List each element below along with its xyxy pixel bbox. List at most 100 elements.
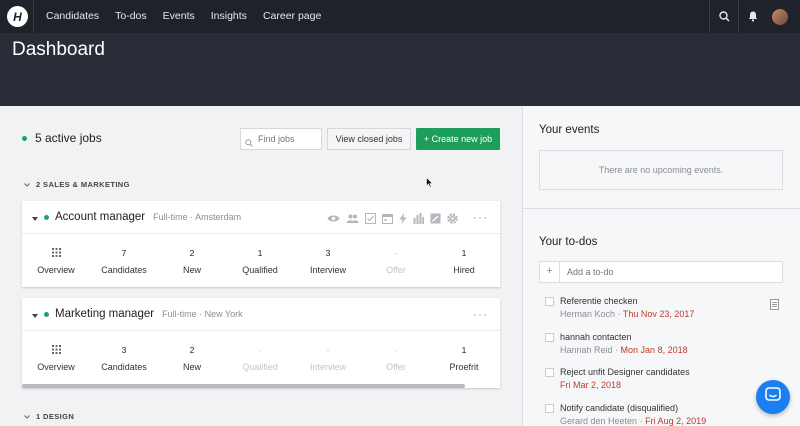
stat-interview[interactable]: - Interview xyxy=(294,331,362,383)
chevron-down-icon xyxy=(24,412,30,421)
job-meta: Full-time · Amsterdam xyxy=(153,212,242,222)
todo-meta: Hannah Reid · Mon Jan 8, 2018 xyxy=(560,345,688,355)
checklist-icon[interactable] xyxy=(365,211,376,229)
create-new-job-button[interactable]: + Create new job xyxy=(416,128,500,150)
page-header xyxy=(0,33,800,106)
stat-label: New xyxy=(182,265,201,275)
nav-item-events[interactable]: Events xyxy=(155,0,203,33)
horizontal-scrollbar[interactable] xyxy=(22,384,465,388)
todo-checkbox[interactable] xyxy=(545,297,554,306)
todo-item: Reject unfit Designer candidates Fri Mar… xyxy=(545,367,785,390)
stat-candidates[interactable]: 7 Candidates xyxy=(90,234,158,286)
eye-icon[interactable] xyxy=(327,211,340,229)
stat-new[interactable]: 2 New xyxy=(158,234,226,286)
stat-hired[interactable]: 1 Hired xyxy=(430,234,498,286)
stat-label: Offer xyxy=(386,362,406,372)
job-card: Marketing manager Full-time · New York ·… xyxy=(22,298,500,388)
job-card-header: Account manager Full-time · Amsterdam ··… xyxy=(22,201,500,234)
todo-title[interactable]: Notify candidate (disqualified) xyxy=(560,403,785,413)
stat-overview[interactable]: Overview xyxy=(22,331,90,383)
app-logo[interactable]: H xyxy=(7,6,28,27)
job-status-dot xyxy=(44,214,49,220)
todo-item: hannah contacten Hannah Reid · Mon Jan 8… xyxy=(545,332,785,355)
nav-item-candidates[interactable]: Candidates xyxy=(34,0,107,33)
grid-icon xyxy=(22,345,90,357)
stat-label: Overview xyxy=(37,265,75,275)
stat-qualified[interactable]: - Qualified xyxy=(226,331,294,383)
stat-new[interactable]: 2 New xyxy=(158,331,226,383)
stat-label: Interview xyxy=(309,362,346,372)
chevron-down-icon xyxy=(24,180,30,189)
stat-label: Qualified xyxy=(242,362,278,372)
stat-interview[interactable]: 3 Interview xyxy=(294,234,362,286)
job-title[interactable]: Marketing manager xyxy=(55,308,154,320)
todo-assignee: Hannah Reid xyxy=(560,345,613,355)
stat-qualified[interactable]: 1 Qualified xyxy=(226,234,294,286)
section-sales-marketing[interactable]: 2 SALES & MARKETING xyxy=(24,180,130,189)
plus-icon[interactable]: + xyxy=(540,261,560,283)
stat-count: 7 xyxy=(121,248,127,258)
job-meta: Full-time · New York xyxy=(162,309,243,319)
stat-overview[interactable]: Overview xyxy=(22,234,90,286)
stat-label: Candidates xyxy=(101,362,147,372)
stat-label: Proefrit xyxy=(449,362,479,372)
chevron-down-icon[interactable] xyxy=(32,305,38,323)
view-closed-jobs-button[interactable]: View closed jobs xyxy=(327,128,411,150)
stat-count: 2 xyxy=(189,345,195,355)
active-status-dot xyxy=(22,135,27,141)
chevron-down-icon[interactable] xyxy=(32,208,38,226)
people-icon[interactable] xyxy=(346,211,359,229)
todo-due-date: Thu Nov 23, 2017 xyxy=(622,309,695,319)
stat-offer[interactable]: - Offer xyxy=(362,234,430,286)
stat-label: Candidates xyxy=(101,265,147,275)
search-icon[interactable] xyxy=(710,0,738,33)
gear-icon[interactable] xyxy=(447,211,458,229)
more-options-icon[interactable]: ··· xyxy=(473,307,488,321)
note-icon[interactable] xyxy=(770,297,779,315)
todo-checkbox[interactable] xyxy=(545,333,554,342)
todo-checkbox[interactable] xyxy=(545,404,554,413)
stat-candidates[interactable]: 3 Candidates xyxy=(90,331,158,383)
stat-label: Overview xyxy=(37,362,75,372)
more-options-icon[interactable]: ··· xyxy=(473,210,488,224)
todo-checkbox[interactable] xyxy=(545,368,554,377)
todo-due-date: Fri Aug 2, 2019 xyxy=(645,416,707,426)
stat-count: 2 xyxy=(189,248,195,258)
stat-count: - xyxy=(326,345,330,355)
nav-item-career-page[interactable]: Career page xyxy=(255,0,329,33)
user-avatar[interactable] xyxy=(772,8,788,25)
todo-meta: Gerard den Heeten · Fri Aug 2, 2019 xyxy=(560,416,707,426)
page-title: Dashboard xyxy=(12,39,105,60)
todo-title[interactable]: Referentie checken xyxy=(560,296,785,306)
stat-offer[interactable]: - Offer xyxy=(362,331,430,383)
stat-count: 1 xyxy=(461,345,467,355)
job-pipeline-stats: Overview 7 Candidates 2 New 1 Qualified 3 In… xyxy=(22,234,500,286)
todo-item: Referentie checken Herman Koch · Thu Nov… xyxy=(545,296,785,319)
todo-meta: Herman Koch · Thu Nov 23, 2017 xyxy=(560,309,695,319)
chat-icon xyxy=(765,387,781,407)
stat-count: - xyxy=(258,345,262,355)
chat-launcher-button[interactable] xyxy=(756,380,790,414)
bell-icon[interactable] xyxy=(738,0,766,33)
todo-title[interactable]: hannah contacten xyxy=(560,332,785,342)
add-todo-input[interactable] xyxy=(560,267,760,277)
edit-icon[interactable] xyxy=(430,211,441,229)
calendar-icon[interactable] xyxy=(382,211,393,229)
grid-icon xyxy=(22,248,90,260)
stat-count: 1 xyxy=(461,248,467,258)
nav-item-todos[interactable]: To-dos xyxy=(107,0,155,33)
todo-title[interactable]: Reject unfit Designer candidates xyxy=(560,367,785,377)
job-title[interactable]: Account manager xyxy=(55,211,145,223)
section-design[interactable]: 1 DESIGN xyxy=(24,412,74,421)
active-jobs-count: 5 active jobs xyxy=(35,131,102,145)
bar-chart-icon[interactable] xyxy=(413,211,424,229)
stat-proefrit[interactable]: 1 Proefrit xyxy=(430,331,498,383)
nav-item-insights[interactable]: Insights xyxy=(203,0,255,33)
todos-title: Your to-dos xyxy=(539,236,598,248)
top-navigation-bar: H Candidates To-dos Events Insights Care… xyxy=(0,0,800,33)
lightning-icon[interactable] xyxy=(399,211,407,229)
panel-divider xyxy=(522,208,800,209)
events-title: Your events xyxy=(539,124,600,136)
stat-label: Offer xyxy=(386,265,406,275)
job-card: Account manager Full-time · Amsterdam ··… xyxy=(22,201,500,287)
